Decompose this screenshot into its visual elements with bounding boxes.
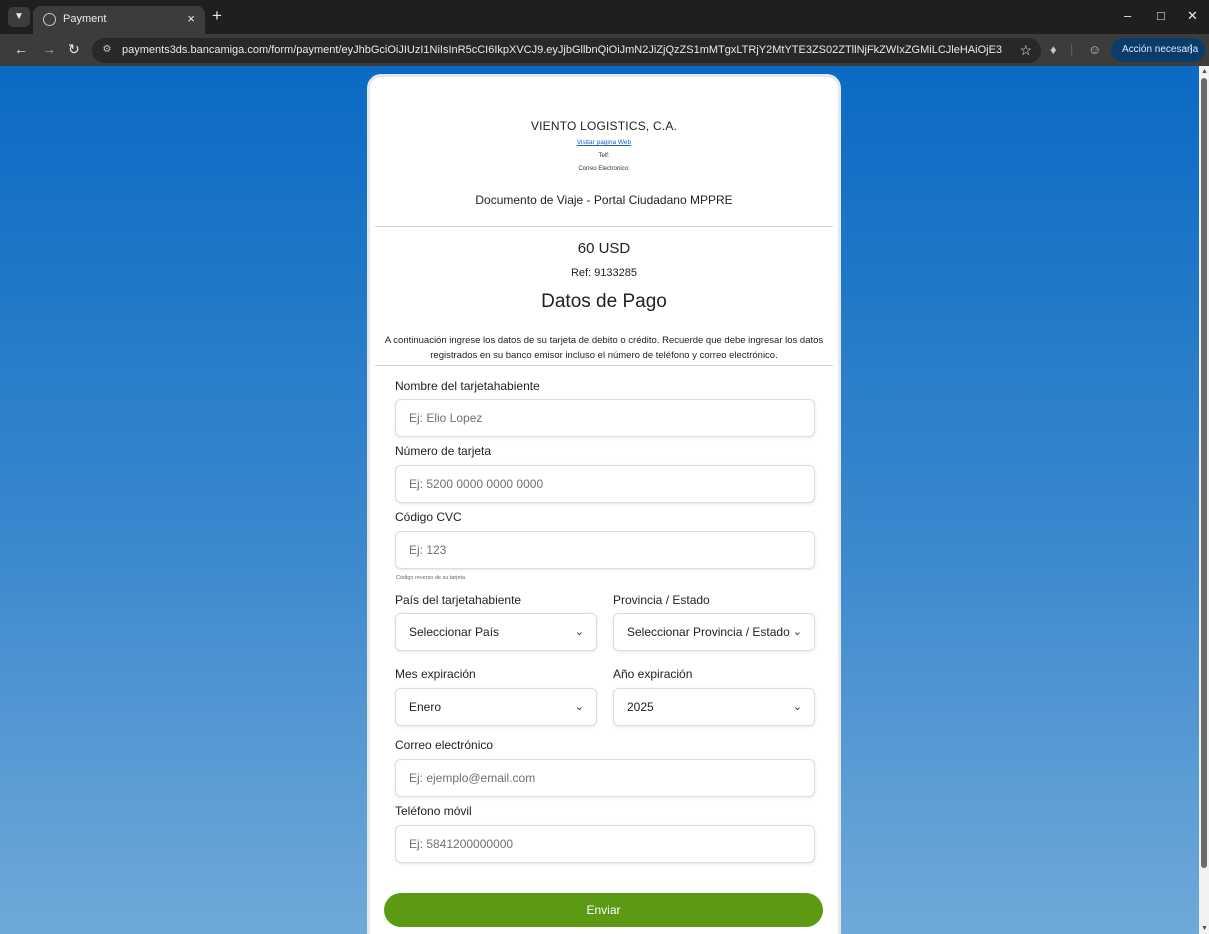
exp-year-label: Año expiración (613, 667, 693, 681)
merchant-description: Documento de Viaje - Portal Ciudadano MP… (475, 193, 733, 207)
cvc-input[interactable]: Ej: 123 (395, 531, 815, 569)
star-icon[interactable]: ☆ (1019, 42, 1032, 59)
cardholder-input[interactable]: Ej: Elio Lopez (395, 399, 815, 437)
scrollbar-thumb[interactable] (1201, 78, 1207, 868)
url-text[interactable]: payments3ds.bancamiga.com/form/payment/e… (122, 44, 1002, 56)
merchant-website-link[interactable]: Visitar pagina Web (370, 139, 838, 146)
globe-icon (43, 13, 56, 26)
browser-tab[interactable]: Payment × (33, 6, 205, 34)
extensions-icon[interactable]: ♦ (1050, 42, 1057, 57)
country-label: País del tarjetahabiente (395, 593, 522, 607)
chevron-down-icon: ⌄ (574, 701, 584, 713)
card-number-label: Número de tarjeta (395, 444, 492, 458)
cvc-label: Código CVC (395, 510, 462, 524)
cardholder-label: Nombre del tarjetahabiente (395, 379, 540, 393)
exp-month-selected-value: Enero (409, 700, 442, 714)
exp-year-select[interactable]: 2025 ⌄ (613, 688, 815, 726)
kebab-menu-icon[interactable]: ⋮ (1186, 38, 1196, 62)
exp-month-select[interactable]: Enero ⌄ (395, 688, 597, 726)
merchant-phone: Telf: (598, 153, 610, 159)
chevron-down-icon: ⌄ (792, 626, 802, 638)
intro-divider (375, 365, 833, 366)
country-selected-value: Seleccionar País (409, 625, 500, 639)
payment-amount: 60 USD (577, 240, 631, 257)
payment-instructions: A continuación ingrese los datos de su t… (384, 335, 824, 361)
browser-titlebar: ▼ Payment × + – □ ✕ (0, 0, 1209, 34)
cvc-hint: Código reverso de su tarjeta (396, 575, 466, 581)
merchant-name: VIENTO LOGISTICS, C.A. (530, 119, 678, 133)
close-window-icon[interactable]: ✕ (1187, 8, 1198, 24)
state-label: Provincia / Estado (613, 593, 710, 607)
email-input[interactable]: Ej: ejemplo@email.com (395, 759, 815, 797)
phone-label: Teléfono móvil (395, 804, 472, 818)
minimize-icon[interactable]: – (1124, 8, 1131, 23)
tab-search-icon[interactable]: ▼ (8, 7, 30, 27)
scroll-up-icon[interactable]: ▲ (1201, 68, 1208, 75)
phone-input[interactable]: Ej: 5841200000000 (395, 825, 815, 863)
page-scrollbar[interactable]: ▲ ▼ (1199, 66, 1209, 934)
submit-button[interactable]: Enviar (384, 893, 823, 927)
section-title: Datos de Pago (541, 291, 667, 312)
payment-reference: Ref: 9133285 (570, 267, 638, 279)
chevron-down-icon: ⌄ (792, 701, 802, 713)
forward-arrow-icon[interactable]: → (42, 41, 56, 57)
header-divider (375, 226, 833, 227)
card-number-input[interactable]: Ej: 5200 0000 0000 0000 (395, 465, 815, 503)
new-tab-icon[interactable]: + (212, 6, 222, 26)
action-required-button[interactable]: Acción necesaria ⋮ (1111, 38, 1205, 62)
exp-month-label: Mes expiración (395, 667, 476, 681)
exp-year-selected-value: 2025 (627, 700, 654, 714)
chevron-down-icon: ⌄ (574, 626, 584, 638)
profile-icon[interactable]: ☺ (1088, 42, 1101, 57)
maximize-icon[interactable]: □ (1157, 8, 1165, 23)
email-label: Correo electrónico (395, 738, 494, 752)
browser-toolbar: ← → ↻ ⚙ payments3ds.bancamiga.com/form/p… (0, 34, 1209, 66)
state-select[interactable]: Seleccionar Provincia / Estado ⌄ (613, 613, 815, 651)
state-selected-value: Seleccionar Provincia / Estado (627, 625, 790, 639)
back-arrow-icon[interactable]: ← (14, 41, 28, 57)
reload-icon[interactable]: ↻ (68, 41, 80, 58)
site-info-icon[interactable]: ⚙ (100, 43, 114, 57)
scroll-down-icon[interactable]: ▼ (1201, 925, 1208, 932)
address-bar[interactable]: ⚙ payments3ds.bancamiga.com/form/payment… (92, 38, 1041, 63)
tab-title: Payment (63, 13, 107, 25)
merchant-email: Correo Electronico: (578, 166, 630, 172)
page-viewport: VIENTO LOGISTICS, C.A. Visitar pagina We… (0, 66, 1199, 934)
merchant-header: VIENTO LOGISTICS, C.A. Visitar pagina We… (370, 119, 838, 172)
payment-card: VIENTO LOGISTICS, C.A. Visitar pagina We… (367, 74, 841, 934)
country-select[interactable]: Seleccionar País ⌄ (395, 613, 597, 651)
toolbar-divider: | (1070, 42, 1074, 57)
tab-close-icon[interactable]: × (187, 11, 195, 26)
